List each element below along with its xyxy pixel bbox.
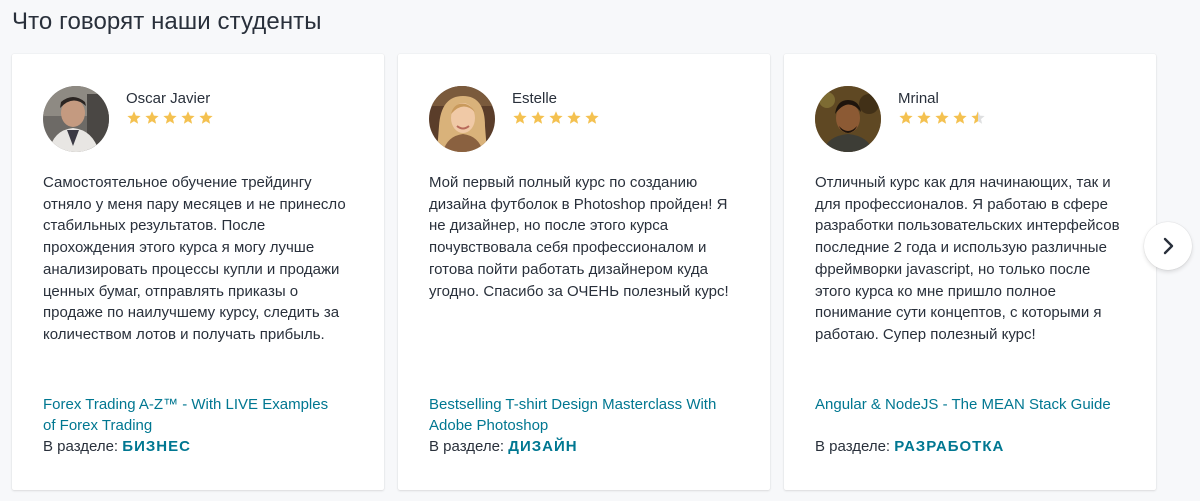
star-icon [198,110,214,126]
review-text: Самостоятельное обучение трейдингу отнял… [43,174,346,343]
category-link[interactable]: ДИЗАЙН [508,438,577,455]
carousel-next-button[interactable] [1144,222,1192,270]
testimonial-card: Oscar Javier Самостоятельное обучение тр… [12,54,384,490]
star-icon [934,110,950,126]
category-line: В разделе: БИЗНЕС [43,436,191,457]
section-title: Что говорят наши студенты [12,8,322,35]
author-name: Estelle [512,90,558,107]
course-link[interactable]: Forex Trading A-Z™ - With LIVE Examples … [43,394,343,436]
review-text: Отличный курс как для начинающих, так и … [815,174,1120,343]
testimonials-carousel: Oscar Javier Самостоятельное обучение тр… [12,54,1162,490]
star-icon [162,110,178,126]
star-icon [144,110,160,126]
star-rating [126,110,216,126]
author-name: Oscar Javier [126,90,211,107]
star-icon [126,110,142,126]
star-icon [952,110,968,126]
star-icon [180,110,196,126]
star-icon [916,110,932,126]
category-line: В разделе: РАЗРАБОТКА [815,436,1004,457]
star-icon [530,110,546,126]
review-text: Мой первый полный курс по созданию дизай… [429,174,729,300]
category-prefix: В разделе: [429,438,505,455]
star-icon [898,110,914,126]
testimonial-card: Estelle Мой первый полный курс по создан… [398,54,770,490]
star-icon [548,110,564,126]
author-name: Mrinal [898,90,939,107]
category-prefix: В разделе: [815,438,891,455]
testimonial-card: Mrinal Отличный курс как для начинающих,… [784,54,1156,490]
category-link[interactable]: БИЗНЕС [122,438,191,455]
course-link[interactable]: Angular & NodeJS - The MEAN Stack Guide [815,394,1115,415]
star-icon [584,110,600,126]
chevron-right-icon [1158,236,1178,256]
category-link[interactable]: РАЗРАБОТКА [894,438,1004,455]
star-rating [898,110,988,126]
category-prefix: В разделе: [43,438,119,455]
star-icon [970,110,986,126]
course-link[interactable]: Bestselling T-shirt Design Masterclass W… [429,394,729,436]
star-icon [566,110,582,126]
avatar [815,86,881,152]
category-line: В разделе: ДИЗАЙН [429,436,578,457]
avatar [429,86,495,152]
star-icon [512,110,528,126]
avatar [43,86,109,152]
star-rating [512,110,602,126]
